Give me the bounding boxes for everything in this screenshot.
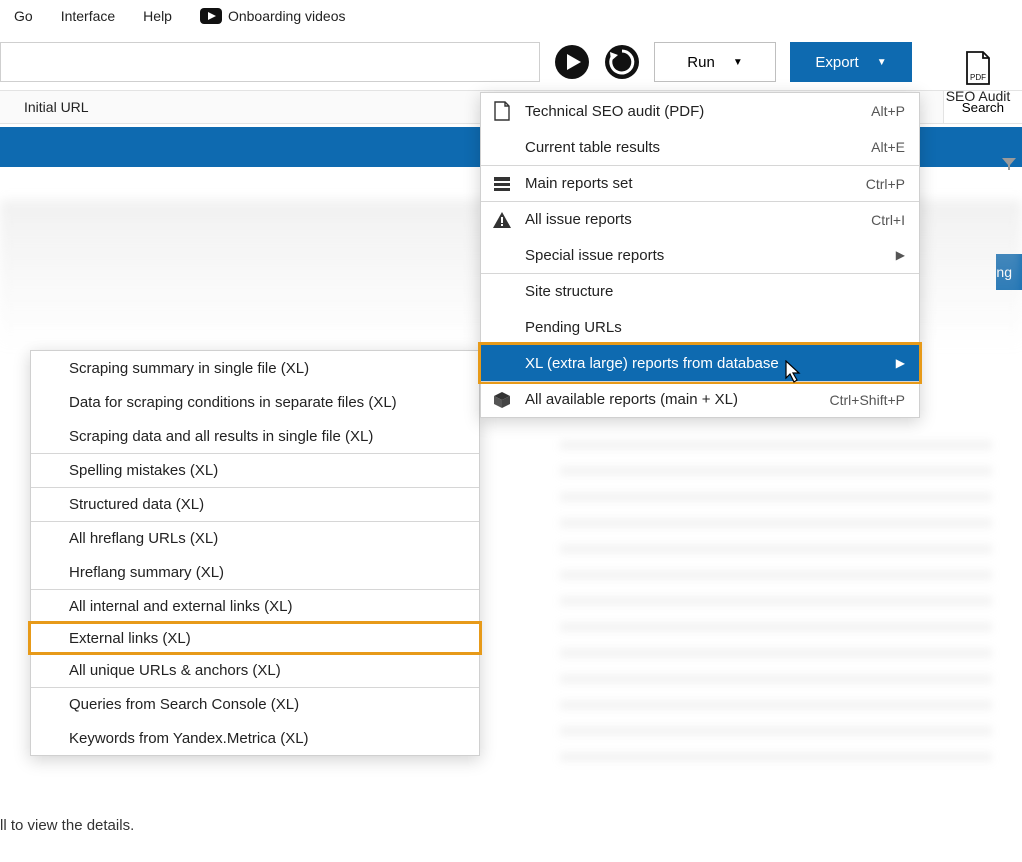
submenu-item-label: All unique URLs & anchors (XL) [69,662,281,679]
play-button[interactable] [554,44,590,80]
pdf-icon [491,101,513,121]
run-label: Run [687,54,715,71]
cube-icon [491,391,513,409]
xl-reports-submenu: Scraping summary in single file (XL) Data… [30,350,480,756]
submenu-item-label: All hreflang URLs (XL) [69,530,218,547]
chevron-right-icon: ▶ [896,248,905,262]
xl-submenu-item[interactable]: Scraping data and all results in single … [31,419,479,453]
xl-submenu-item[interactable]: Hreflang summary (XL) [31,555,479,589]
run-button[interactable]: Run ▼ [654,42,776,82]
export-menu-item[interactable]: All issue reports Ctrl+I [481,201,919,237]
refresh-button[interactable] [604,44,640,80]
menu-item-shortcut: Ctrl+I [871,212,905,228]
warn-icon [491,211,513,229]
pdf-icon: PDF [963,50,993,86]
details-hint: ll to view the details. [0,817,134,834]
url-input[interactable] [0,42,540,82]
export-label: Export [815,54,858,71]
menu-item-shortcut: Alt+P [871,103,905,119]
refresh-icon [604,44,640,80]
menu-go[interactable]: Go [14,8,33,24]
filter-icon[interactable] [1002,157,1016,173]
svg-text:PDF: PDF [970,73,986,82]
menu-onboarding-videos[interactable]: Onboarding videos [200,8,346,24]
blurred-content [560,440,992,762]
export-menu-item[interactable]: Pending URLs [481,309,919,345]
export-menu-item[interactable]: All available reports (main + XL) Ctrl+Sh… [481,381,919,417]
export-button[interactable]: Export ▼ [790,42,912,82]
submenu-item-label: Scraping data and all results in single … [69,428,373,445]
youtube-icon [200,8,222,24]
xl-submenu-item[interactable]: Data for scraping conditions in separate… [31,385,479,419]
column-initial-url[interactable]: Initial URL [0,99,105,115]
caret-down-icon: ▼ [877,57,887,68]
export-dropdown: Technical SEO audit (PDF) Alt+P Current ta… [480,92,920,418]
menu-item-label: XL (extra large) reports from database [525,355,884,372]
menu-interface[interactable]: Interface [61,8,115,24]
export-menu-item[interactable]: Special issue reports ▶ [481,237,919,273]
menubar: Go Interface Help Onboarding videos [0,0,1022,34]
export-menu-item[interactable]: Site structure [481,273,919,309]
submenu-item-label: Spelling mistakes (XL) [69,462,218,479]
submenu-item-label: Data for scraping conditions in separate… [69,394,397,411]
xl-submenu-item[interactable]: All unique URLs & anchors (XL) [31,653,479,687]
menu-item-label: Main reports set [525,175,854,192]
chevron-right-icon: ▶ [896,356,905,370]
xl-submenu-item[interactable]: All internal and external links (XL) [31,589,479,623]
export-menu-item[interactable]: Technical SEO audit (PDF) Alt+P [481,93,919,129]
cursor-icon [785,360,803,384]
seo-audit-label: SEO Audit [946,88,1011,104]
xl-submenu-item[interactable]: Spelling mistakes (XL) [31,453,479,487]
menu-item-shortcut: Ctrl+P [866,176,905,192]
submenu-item-label: Scraping summary in single file (XL) [69,360,309,377]
caret-down-icon: ▼ [733,57,743,68]
submenu-item-label: Structured data (XL) [69,496,204,513]
xl-submenu-item[interactable]: Keywords from Yandex.Metrica (XL) [31,721,479,755]
xl-submenu-item[interactable]: Scraping summary in single file (XL) [31,351,479,385]
menu-item-label: All issue reports [525,211,859,228]
export-menu-item[interactable]: XL (extra large) reports from database ▶ [478,342,922,384]
menu-item-shortcut: Ctrl+Shift+P [830,392,905,408]
export-menu-item[interactable]: Current table results Alt+E [481,129,919,165]
xl-submenu-item[interactable]: Queries from Search Console (XL) [31,687,479,721]
seo-audit-button[interactable]: PDF SEO Audit [934,50,1022,104]
stack-icon [491,176,513,192]
menu-item-label: Special issue reports [525,247,884,264]
xl-submenu-item[interactable]: Structured data (XL) [31,487,479,521]
submenu-item-label: Queries from Search Console (XL) [69,696,299,713]
submenu-item-label: All internal and external links (XL) [69,598,292,615]
play-icon [554,44,590,80]
submenu-item-label: Keywords from Yandex.Metrica (XL) [69,730,309,747]
xl-submenu-item[interactable]: All hreflang URLs (XL) [31,521,479,555]
menu-item-label: Site structure [525,283,905,300]
submenu-item-label: External links (XL) [69,630,191,647]
menu-item-label: Pending URLs [525,319,905,336]
menu-item-label: Current table results [525,139,859,156]
menu-item-label: All available reports (main + XL) [525,391,818,408]
xl-submenu-item[interactable]: External links (XL) [28,621,482,655]
toolbar: Run ▼ Export ▼ [0,34,1022,90]
submenu-item-label: Hreflang summary (XL) [69,564,224,581]
export-menu-item[interactable]: Main reports set Ctrl+P [481,165,919,201]
menu-item-shortcut: Alt+E [871,139,905,155]
menu-help[interactable]: Help [143,8,172,24]
menu-onboarding-label: Onboarding videos [228,8,346,24]
menu-item-label: Technical SEO audit (PDF) [525,103,859,120]
